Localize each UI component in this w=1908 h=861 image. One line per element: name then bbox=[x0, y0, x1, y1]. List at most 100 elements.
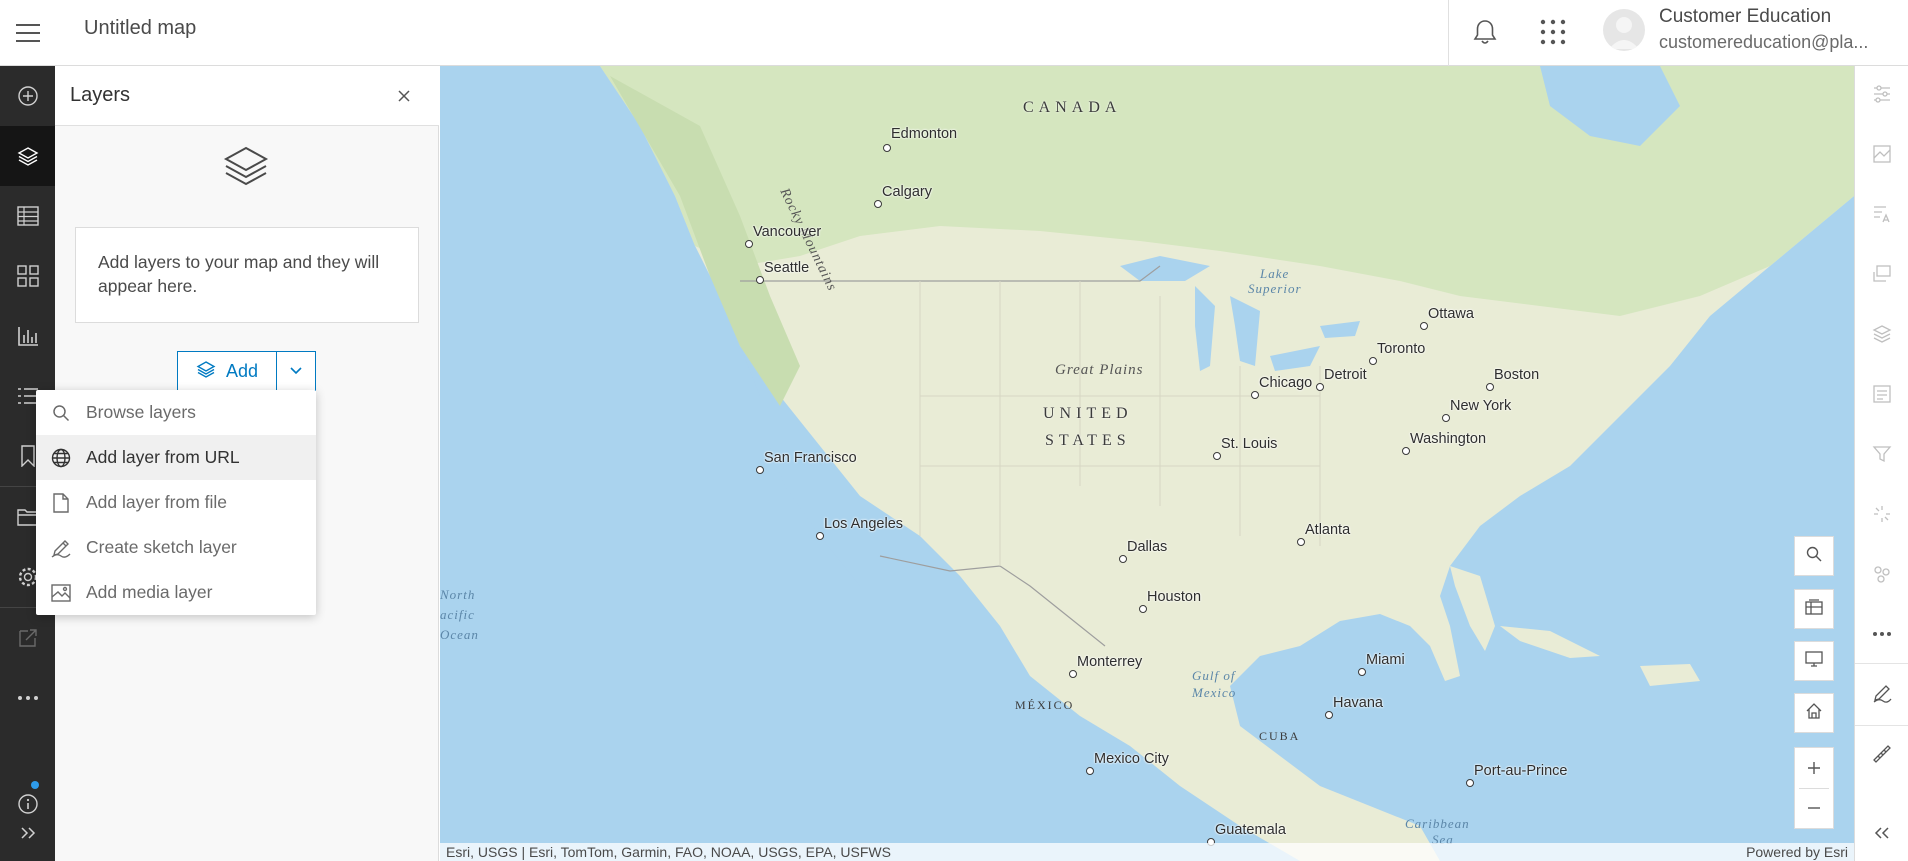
city-marker bbox=[816, 532, 824, 540]
layers-add-icon bbox=[196, 360, 216, 383]
sketch-icon[interactable] bbox=[1855, 665, 1908, 721]
city-marker bbox=[1139, 605, 1147, 613]
popups-icon[interactable] bbox=[1855, 246, 1908, 302]
app-launcher-icon[interactable] bbox=[1533, 12, 1573, 52]
zoom-out-icon[interactable] bbox=[1794, 788, 1834, 828]
close-icon[interactable] bbox=[389, 81, 419, 111]
filter-icon[interactable] bbox=[1855, 426, 1908, 482]
zoom-control bbox=[1794, 747, 1834, 829]
more-icon[interactable] bbox=[0, 668, 55, 728]
city-label: Atlanta bbox=[1305, 522, 1351, 538]
map-view[interactable]: CANADA UNITED STATES MÉXICO CUBA Rocky M… bbox=[440, 66, 1854, 861]
dashboard-icon[interactable] bbox=[0, 246, 55, 306]
city-label: Port-au-Prince bbox=[1474, 763, 1568, 779]
layers-icon[interactable] bbox=[0, 126, 55, 186]
menu-item-add-layer-from-url[interactable]: Add layer from URL bbox=[36, 435, 316, 480]
menu-icon[interactable] bbox=[0, 0, 56, 66]
user-name[interactable]: Customer Education bbox=[1659, 6, 1831, 28]
city-label: Miami bbox=[1366, 652, 1405, 668]
map-search-button[interactable] bbox=[1794, 536, 1834, 576]
chevron-down-icon[interactable] bbox=[277, 352, 315, 390]
home-button[interactable] bbox=[1794, 693, 1834, 733]
basemap bbox=[440, 66, 1854, 861]
styles-icon[interactable] bbox=[1855, 126, 1908, 182]
properties-icon[interactable] bbox=[1855, 66, 1908, 122]
city-marker bbox=[1442, 414, 1450, 422]
add-layer-menu: Browse layers Add layer from URL Add lay… bbox=[36, 390, 316, 615]
menu-item-label: Add media layer bbox=[86, 582, 213, 602]
city-label: Detroit bbox=[1324, 367, 1367, 383]
empty-state-message: Add layers to your map and they will app… bbox=[75, 227, 419, 323]
label-united: UNITED bbox=[1043, 405, 1133, 422]
label-ocean: Ocean bbox=[440, 627, 479, 642]
expand-chevrons-icon[interactable] bbox=[0, 805, 55, 861]
menu-item-browse-layers[interactable]: Browse layers bbox=[36, 390, 316, 435]
effects-icon[interactable] bbox=[1855, 486, 1908, 542]
add-circle-icon[interactable] bbox=[0, 66, 55, 126]
notification-dot bbox=[31, 781, 39, 789]
map-attribution[interactable]: Esri, USGS | Esri, TomTom, Garmin, FAO, … bbox=[440, 843, 1854, 861]
measure-icon[interactable] bbox=[1855, 726, 1908, 782]
city-label: New York bbox=[1450, 398, 1512, 414]
collapse-chevrons-icon[interactable] bbox=[1855, 805, 1908, 861]
add-button-label: Add bbox=[225, 360, 259, 381]
menu-item-add-media-layer[interactable]: Add media layer bbox=[36, 570, 316, 615]
city-label: San Francisco bbox=[764, 450, 857, 466]
city-label: Calgary bbox=[882, 184, 932, 200]
city-marker bbox=[1358, 668, 1366, 676]
zoom-in-icon[interactable] bbox=[1794, 748, 1834, 788]
label-states: STATES bbox=[1045, 432, 1131, 449]
user-email[interactable]: customereducation@pla... bbox=[1659, 32, 1869, 53]
powered-by-esri[interactable]: Powered by Esri bbox=[1746, 843, 1848, 861]
app-header: Untitled map Customer Education customer… bbox=[0, 0, 1908, 66]
attribution-text: Esri, USGS | Esri, TomTom, Garmin, FAO, … bbox=[446, 844, 891, 860]
city-marker bbox=[1069, 670, 1077, 678]
pencil-icon bbox=[50, 537, 72, 559]
fullscreen-button[interactable] bbox=[1794, 641, 1834, 681]
more-icon[interactable] bbox=[1855, 606, 1908, 662]
fields-icon[interactable] bbox=[1855, 306, 1908, 362]
chart-icon[interactable] bbox=[0, 306, 55, 366]
label-great-plains: Great Plains bbox=[1055, 362, 1144, 378]
basemap-button[interactable] bbox=[1794, 589, 1834, 629]
image-icon bbox=[50, 582, 72, 604]
labels-icon[interactable] bbox=[1855, 186, 1908, 242]
label-superior: Superior bbox=[1248, 281, 1302, 296]
label-cuba: CUBA bbox=[1259, 729, 1301, 743]
city-label: Monterrey bbox=[1077, 654, 1143, 670]
city-label: Seattle bbox=[764, 260, 810, 276]
menu-item-create-sketch-layer[interactable]: Create sketch layer bbox=[36, 525, 316, 570]
city-label: Los Angeles bbox=[824, 516, 904, 532]
right-bar-divider bbox=[1855, 663, 1908, 664]
notifications-icon[interactable] bbox=[1465, 12, 1505, 52]
menu-item-label: Add layer from file bbox=[86, 492, 228, 512]
city-marker bbox=[1466, 779, 1474, 787]
city-marker bbox=[1297, 538, 1305, 546]
home-icon bbox=[1806, 702, 1822, 724]
label-gulf-of: Gulf of bbox=[1192, 668, 1236, 683]
menu-item-label: Add layer from URL bbox=[86, 447, 240, 467]
city-marker bbox=[874, 200, 882, 208]
city-marker bbox=[1402, 447, 1410, 455]
add-split-button: Add bbox=[177, 351, 316, 391]
share-icon[interactable] bbox=[0, 608, 55, 668]
city-label: Chicago bbox=[1259, 375, 1313, 391]
avatar[interactable] bbox=[1603, 9, 1645, 51]
basemap-icon bbox=[1805, 598, 1823, 620]
city-label: Dallas bbox=[1127, 539, 1168, 555]
forms-icon[interactable] bbox=[1855, 366, 1908, 422]
menu-item-add-layer-from-file[interactable]: Add layer from file bbox=[36, 480, 316, 525]
layers-icon bbox=[220, 144, 272, 192]
table-icon[interactable] bbox=[0, 186, 55, 246]
file-icon bbox=[50, 492, 72, 514]
globe-icon bbox=[50, 447, 72, 469]
city-marker bbox=[1213, 452, 1221, 460]
label-lake: Lake bbox=[1260, 266, 1290, 281]
city-label: Houston bbox=[1147, 589, 1202, 605]
label-caribbean: Caribbean bbox=[1405, 816, 1470, 831]
city-label: St. Louis bbox=[1221, 436, 1278, 452]
add-button[interactable]: Add bbox=[178, 352, 277, 390]
city-label: Toronto bbox=[1377, 341, 1426, 357]
clustering-icon[interactable] bbox=[1855, 546, 1908, 602]
map-title[interactable]: Untitled map bbox=[84, 17, 196, 40]
